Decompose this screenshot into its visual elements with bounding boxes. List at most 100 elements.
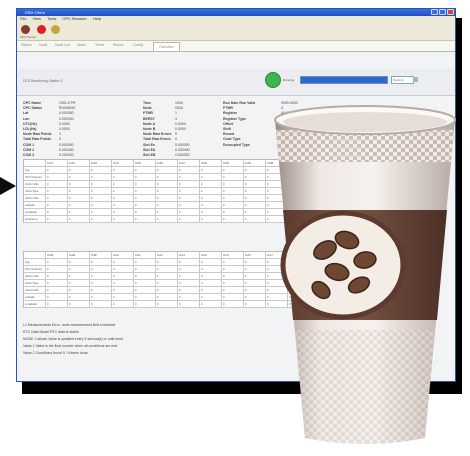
grid-cell[interactable]: 0: [45, 201, 68, 209]
grid-cell[interactable]: Longitude: [24, 208, 46, 216]
grid-cell[interactable]: 0: [133, 300, 156, 308]
grid-cell[interactable]: 0: [177, 279, 200, 287]
grid-cell[interactable]: 0: [67, 265, 90, 273]
grid-cell[interactable]: 0: [133, 180, 156, 188]
grid-cell[interactable]: 0: [67, 208, 90, 216]
grid-cell[interactable]: 0: [177, 187, 200, 195]
grid-cell[interactable]: 0: [133, 187, 156, 195]
grid-cell[interactable]: 0: [221, 272, 244, 280]
tab-node-list[interactable]: Node List: [55, 43, 70, 47]
grid-cell[interactable]: 0: [221, 215, 244, 223]
grid-cell[interactable]: 0: [221, 201, 244, 209]
tab-report[interactable]: Report: [113, 43, 124, 47]
grid-cell[interactable]: 0: [89, 215, 112, 223]
grid-cell[interactable]: 0: [221, 208, 244, 216]
grid-cell[interactable]: 0: [155, 293, 178, 301]
grid-cell[interactable]: 0: [199, 279, 222, 287]
tab-station[interactable]: Station: [21, 43, 32, 47]
grid-cell[interactable]: 0: [243, 194, 266, 202]
grid-cell[interactable]: 0: [45, 293, 68, 301]
grid-cell[interactable]: 0: [177, 265, 200, 273]
grid-cell[interactable]: 0: [89, 166, 112, 174]
grid-cell[interactable]: 0: [67, 215, 90, 223]
grid-cell[interactable]: 0: [133, 194, 156, 202]
grid-cell[interactable]: 0: [89, 279, 112, 287]
unit-dropdown[interactable]: Percent: [391, 76, 414, 84]
grid-cell[interactable]: 0: [67, 272, 90, 280]
grid-cell[interactable]: 0: [67, 180, 90, 188]
grid-cell[interactable]: 0: [67, 279, 90, 287]
grid-cell[interactable]: Latitude: [24, 293, 46, 301]
grid-cell[interactable]: 0: [133, 173, 156, 181]
grid-cell[interactable]: 0: [155, 173, 178, 181]
minimize-button[interactable]: [431, 9, 438, 15]
grid-cell[interactable]: 0: [221, 166, 244, 174]
grid-cell[interactable]: 0: [243, 300, 266, 308]
grid-cell[interactable]: 0: [221, 258, 244, 266]
grid-cell[interactable]: 0: [177, 173, 200, 181]
grid-cell[interactable]: 0: [45, 187, 68, 195]
grid-cell[interactable]: Frequency: [24, 215, 46, 223]
grid-cell[interactable]: 0: [89, 173, 112, 181]
grid-cell[interactable]: 0: [155, 272, 178, 280]
grid-cell[interactable]: 0: [111, 208, 134, 216]
grid-cell[interactable]: 0: [221, 194, 244, 202]
grid-cell[interactable]: 0: [89, 201, 112, 209]
grid-cell[interactable]: 0: [67, 300, 90, 308]
grid-cell[interactable]: 0: [45, 286, 68, 294]
grid-cell[interactable]: 0: [199, 265, 222, 273]
grid-cell[interactable]: 0: [111, 215, 134, 223]
tab-trend[interactable]: Trend: [95, 43, 104, 47]
settings-icon[interactable]: [51, 25, 60, 34]
grid-cell[interactable]: Longitude: [24, 300, 46, 308]
grid-cell[interactable]: 0: [155, 258, 178, 266]
grid-cell[interactable]: 0: [221, 286, 244, 294]
stop-icon[interactable]: [37, 25, 46, 34]
grid-cell[interactable]: 0: [243, 293, 266, 301]
grid-cell[interactable]: 0: [89, 180, 112, 188]
grid-cell[interactable]: 0: [243, 279, 266, 287]
grid-cell[interactable]: 0: [111, 279, 134, 287]
grid-cell[interactable]: Tag: [24, 258, 46, 266]
grid-cell[interactable]: 0: [243, 258, 266, 266]
grid-cell[interactable]: 0: [133, 272, 156, 280]
grid-cell[interactable]: 0: [67, 194, 90, 202]
grid-cell[interactable]: 0: [111, 272, 134, 280]
grid-cell[interactable]: 0: [199, 173, 222, 181]
grid-cell[interactable]: 0: [89, 208, 112, 216]
grid-cell[interactable]: Clock Type: [24, 279, 46, 287]
grid-cell[interactable]: 0: [67, 166, 90, 174]
grid-cell[interactable]: 0: [155, 208, 178, 216]
grid-cell[interactable]: 0: [155, 300, 178, 308]
grid-cell[interactable]: 0: [45, 300, 68, 308]
grid-cell[interactable]: 0: [155, 194, 178, 202]
grid-cell[interactable]: Latitude: [24, 201, 46, 209]
grid-cell[interactable]: 0: [89, 293, 112, 301]
grid-cell[interactable]: 0: [199, 293, 222, 301]
grid-cell[interactable]: 0: [199, 286, 222, 294]
grid-cell[interactable]: 0: [89, 258, 112, 266]
grid-cell[interactable]: 0: [177, 201, 200, 209]
grid-cell[interactable]: Clock Units: [24, 194, 46, 202]
grid-cell[interactable]: Clock Type: [24, 187, 46, 195]
grid-cell[interactable]: 0: [89, 300, 112, 308]
grid-cell[interactable]: 0: [89, 265, 112, 273]
grid-cell[interactable]: 0: [177, 194, 200, 202]
grid-cell[interactable]: 0: [177, 208, 200, 216]
grid-cell[interactable]: 0: [67, 258, 90, 266]
grid-cell[interactable]: 0: [243, 166, 266, 174]
grid-cell[interactable]: 0: [67, 286, 90, 294]
grid-cell[interactable]: 0: [177, 286, 200, 294]
grid-cell[interactable]: OTC Channel: [24, 265, 46, 273]
grid-cell[interactable]: 0: [155, 286, 178, 294]
grid-cell[interactable]: 0: [67, 293, 90, 301]
grid-cell[interactable]: 0: [199, 187, 222, 195]
maximize-button[interactable]: [439, 9, 446, 15]
grid-cell[interactable]: Clock Units: [24, 286, 46, 294]
grid-cell[interactable]: 0: [133, 208, 156, 216]
grid-cell[interactable]: 0: [199, 215, 222, 223]
grid-cell[interactable]: 0: [221, 173, 244, 181]
tab-node[interactable]: Node: [39, 43, 47, 47]
grid-cell[interactable]: 0: [243, 272, 266, 280]
grid-cell[interactable]: OTC Channel: [24, 173, 46, 181]
